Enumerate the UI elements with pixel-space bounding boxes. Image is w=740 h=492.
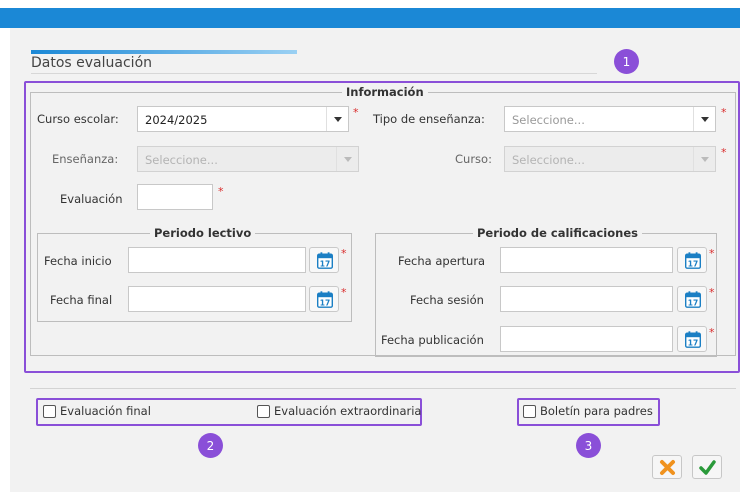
accept-button[interactable] xyxy=(692,455,722,479)
boletin-padres-label: Boletín para padres xyxy=(540,404,653,418)
section-title: Datos evaluación xyxy=(31,55,153,71)
section-divider xyxy=(31,73,597,74)
annotation-badge-2: 2 xyxy=(198,433,223,458)
checkbox-box[interactable] xyxy=(257,404,270,418)
annotation-badge-1: 1 xyxy=(614,49,639,74)
title-bar xyxy=(0,8,740,28)
check-icon xyxy=(699,460,716,475)
evaluacion-extraordinaria-checkbox[interactable]: Evaluación extraordinaria xyxy=(257,404,421,418)
checkbox-box[interactable] xyxy=(43,404,56,418)
boletin-padres-checkbox[interactable]: Boletín para padres xyxy=(523,404,653,418)
evaluacion-final-label: Evaluación final xyxy=(60,404,151,418)
checkbox-box[interactable] xyxy=(523,404,536,418)
evaluacion-extraordinaria-label: Evaluación extraordinaria xyxy=(274,404,422,418)
annotation-frame-1 xyxy=(24,81,740,373)
checkbox-divider xyxy=(30,388,736,389)
evaluacion-final-checkbox[interactable]: Evaluación final xyxy=(43,404,151,418)
close-icon xyxy=(660,460,675,475)
section-accent-bar xyxy=(31,50,297,54)
annotation-badge-3: 3 xyxy=(576,433,601,458)
cancel-button[interactable] xyxy=(652,455,682,479)
